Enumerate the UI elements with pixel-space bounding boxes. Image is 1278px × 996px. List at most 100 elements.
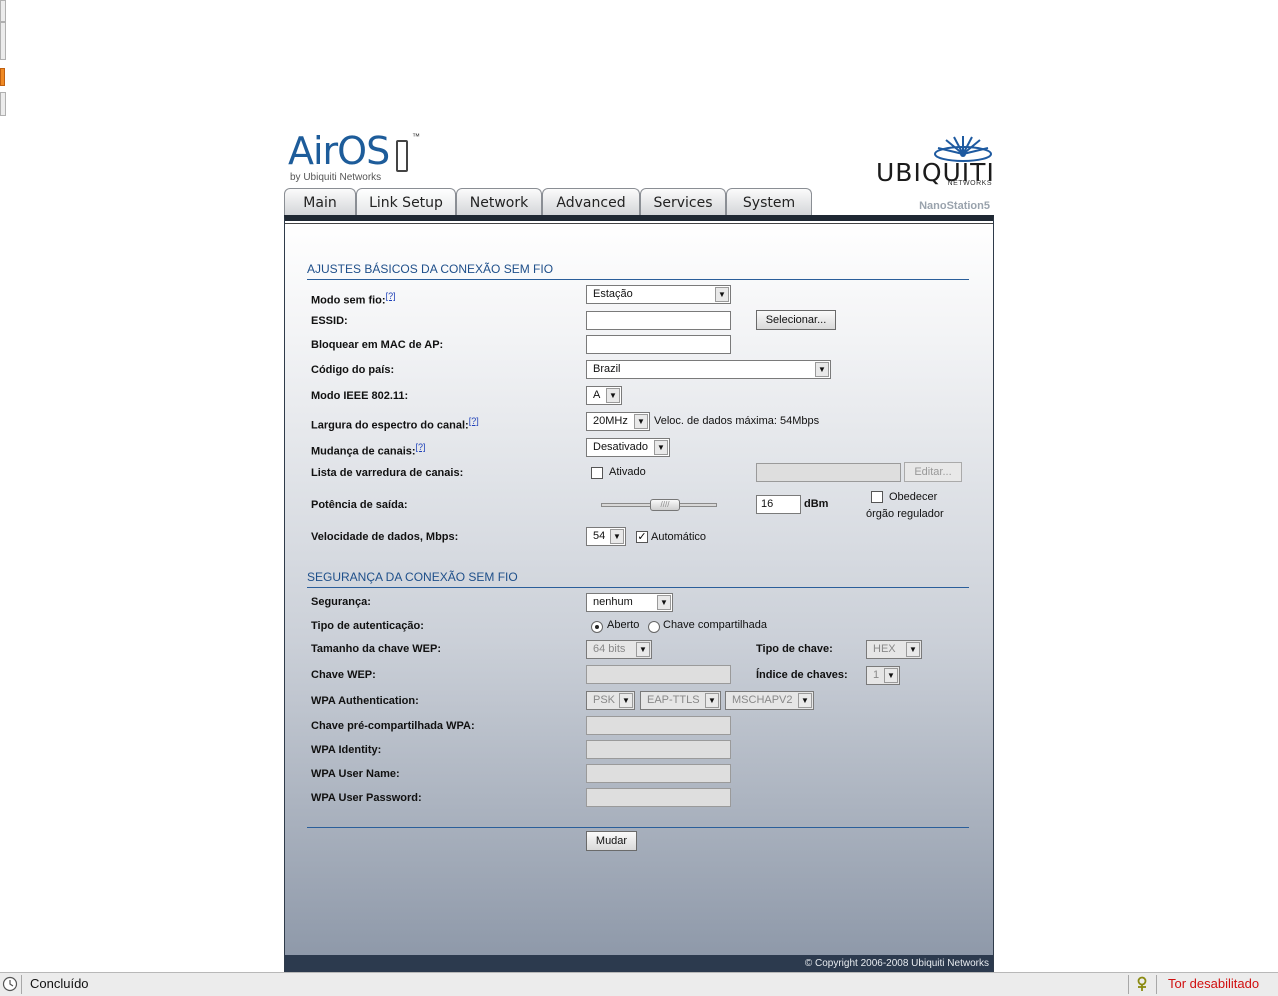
ieee-mode-label: Modo IEEE 802.11: — [311, 390, 409, 402]
wpa-identity-label: WPA Identity: — [311, 744, 382, 756]
chevron-down-icon: ▼ — [815, 362, 829, 377]
link-setup-panel: AJUSTES BÁSICOS DA CONEXÃO SEM FIO Modo … — [284, 215, 994, 973]
wpa-user-password-label: WPA User Password: — [311, 792, 422, 804]
channel-shifting-select[interactable]: Desativado ▼ — [586, 438, 670, 457]
wireless-mode-label: Modo sem fio:[?] — [311, 291, 396, 307]
security-section-title: SEGURANÇA DA CONEXÃO SEM FIO — [307, 570, 518, 584]
obey-regulatory-label-2: órgão regulador — [866, 508, 944, 520]
airos-logo-bar-icon — [396, 140, 408, 172]
chevron-down-icon: ▼ — [619, 693, 633, 708]
wpa-user-name-input[interactable] — [586, 764, 731, 783]
security-label: Segurança: — [311, 596, 371, 608]
essid-input[interactable] — [586, 311, 731, 330]
key-index-select[interactable]: 1 ▼ — [866, 666, 900, 685]
tab-network[interactable]: Network — [456, 188, 542, 215]
ieee-mode-select[interactable]: A ▼ — [586, 386, 622, 405]
output-power-slider-handle[interactable]: //// — [650, 499, 680, 511]
wpa-auth-select-1[interactable]: PSK ▼ — [586, 691, 635, 710]
scan-list-input[interactable] — [756, 463, 901, 482]
ieee-mode-value: A — [593, 389, 601, 401]
wpa-identity-input[interactable] — [586, 740, 731, 759]
lock-mac-input[interactable] — [586, 335, 731, 354]
security-select[interactable]: nenhum ▼ — [586, 593, 673, 612]
change-button[interactable]: Mudar — [586, 831, 637, 851]
auth-shared-radio[interactable] — [648, 621, 660, 633]
select-essid-button[interactable]: Selecionar... — [756, 310, 836, 330]
sidebar-fragment-orange — [0, 68, 5, 86]
help-link[interactable]: [?] — [416, 442, 426, 452]
ubiquiti-subtitle: NETWORKS — [947, 180, 992, 187]
obey-regulatory-label: Obedecer — [889, 491, 938, 503]
auto-rate-label: Automático — [651, 531, 707, 543]
airos-logo: AirOS ™ by Ubiquiti Networks — [288, 128, 438, 184]
wireless-mode-select[interactable]: Estação ▼ — [586, 285, 731, 304]
auto-rate-checkbox[interactable]: ✓ — [636, 531, 648, 543]
wpa-auth-label: WPA Authentication: — [311, 695, 419, 707]
chevron-down-icon: ▼ — [884, 668, 898, 683]
help-link[interactable]: [?] — [386, 291, 396, 301]
status-text: Concluído — [30, 976, 89, 991]
auth-open-radio[interactable] — [591, 621, 603, 633]
channel-width-label: Largura do espectro do canal:[?] — [311, 416, 479, 432]
channel-width-select[interactable]: 20MHz ▼ — [586, 412, 650, 431]
sidebar-fragment — [0, 92, 6, 116]
data-rate-value: 54 — [593, 530, 606, 542]
chevron-down-icon: ▼ — [798, 693, 812, 708]
browser-status-bar: Concluído Tor desabilitado — [0, 972, 1278, 996]
tor-onion-icon[interactable] — [1134, 976, 1150, 992]
section-divider — [307, 827, 969, 828]
wep-key-length-select[interactable]: 64 bits ▼ — [586, 640, 652, 659]
device-name: NanoStation5 — [919, 200, 990, 212]
chevron-down-icon: ▼ — [634, 414, 648, 429]
country-label: Código do país: — [311, 364, 395, 376]
channel-shifting-value: Desativado — [593, 441, 649, 453]
wpa-user-name-label: WPA User Name: — [311, 768, 400, 780]
wep-key-length-value: 64 bits — [593, 643, 626, 655]
sidebar-fragment — [0, 22, 6, 60]
ubiquiti-logo: UBIQUITI NETWORKS — [876, 134, 994, 190]
tab-services[interactable]: Services — [640, 188, 726, 215]
chevron-down-icon: ▼ — [636, 642, 650, 657]
auth-shared-label: Chave compartilhada — [663, 619, 767, 631]
section-divider — [307, 587, 969, 588]
essid-label: ESSID: — [311, 315, 348, 327]
country-select[interactable]: Brazil ▼ — [586, 360, 831, 379]
status-divider — [1156, 975, 1157, 994]
key-type-select[interactable]: HEX ▼ — [866, 640, 922, 659]
tab-advanced[interactable]: Advanced — [542, 188, 640, 215]
basic-section-title: AJUSTES BÁSICOS DA CONEXÃO SEM FIO — [307, 262, 554, 276]
page-status-icon — [2, 976, 18, 992]
tab-main[interactable]: Main — [284, 188, 356, 215]
status-divider — [1128, 975, 1129, 994]
edit-scan-list-button[interactable]: Editar... — [904, 462, 962, 482]
country-value: Brazil — [593, 363, 621, 375]
data-rate-label: Velocidade de dados, Mbps: — [311, 531, 459, 543]
tor-status-text[interactable]: Tor desabilitado — [1168, 976, 1259, 991]
wpa-auth-select-2[interactable]: EAP-TTLS ▼ — [640, 691, 721, 710]
key-type-value: HEX — [873, 643, 896, 655]
check-icon: ✓ — [637, 531, 647, 543]
help-link[interactable]: [?] — [469, 416, 479, 426]
wpa-auth-select-3[interactable]: MSCHAPV2 ▼ — [725, 691, 814, 710]
tab-link-setup[interactable]: Link Setup — [356, 188, 456, 216]
wep-key-label: Chave WEP: — [311, 669, 376, 681]
chevron-down-icon: ▼ — [715, 287, 729, 302]
sidebar-fragment — [0, 0, 6, 22]
wpa-auth-value-1: PSK — [593, 694, 616, 706]
wpa-psk-input[interactable] — [586, 716, 731, 735]
wep-key-input[interactable] — [586, 665, 731, 684]
power-unit-label: dBm — [804, 498, 829, 510]
obey-regulatory-checkbox[interactable] — [871, 491, 883, 503]
wpa-user-password-input[interactable] — [586, 788, 731, 807]
chevron-down-icon: ▼ — [705, 693, 719, 708]
key-index-label: Índice de chaves: — [756, 669, 848, 681]
chevron-down-icon: ▼ — [606, 388, 620, 403]
key-index-value: 1 — [873, 669, 880, 681]
chevron-down-icon: ▼ — [906, 642, 920, 657]
wpa-auth-value-3: MSCHAPV2 — [732, 694, 793, 706]
data-rate-select[interactable]: 54 ▼ — [586, 527, 626, 546]
wireless-mode-value: Estação — [593, 288, 633, 300]
tab-system[interactable]: System — [726, 188, 812, 215]
scan-enabled-checkbox[interactable] — [591, 467, 603, 479]
output-power-input[interactable]: 16 — [756, 495, 801, 514]
